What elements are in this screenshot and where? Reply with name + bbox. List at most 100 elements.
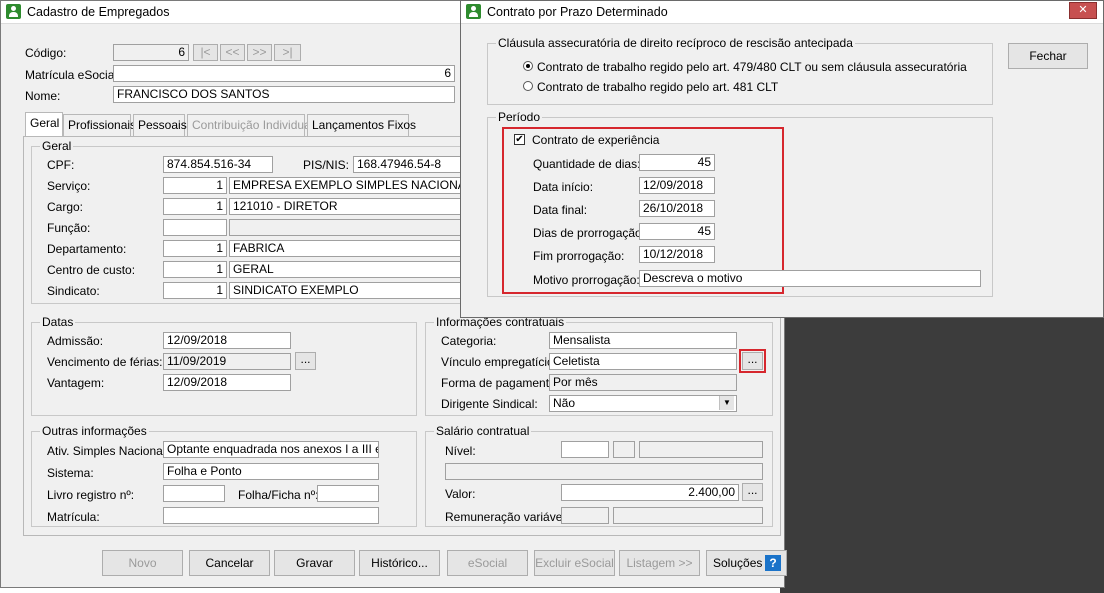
matricula-esocial-label: Matrícula eSocial: <box>25 68 121 82</box>
dialog-title: Contrato por Prazo Determinado <box>487 5 668 19</box>
nivel-label: Nível: <box>445 444 476 458</box>
dirigente-sindical-select[interactable]: Não ▼ <box>549 395 737 412</box>
categoria-field[interactable]: Mensalista <box>549 332 737 349</box>
tab-strip: Geral Profissionais Pessoais Contribuiçã… <box>25 112 465 136</box>
departamento-code-field[interactable]: 1 <box>163 240 227 257</box>
funcao-code-field[interactable] <box>163 219 227 236</box>
chevron-down-icon: ▼ <box>719 396 734 410</box>
nivel-desc-field <box>639 441 763 458</box>
excluir-esocial-button[interactable]: Excluir eSocial <box>534 550 615 576</box>
close-button[interactable]: ✕ <box>1069 2 1097 19</box>
option-479-480-radio[interactable] <box>523 61 533 71</box>
sistema-label: Sistema: <box>47 466 94 480</box>
folha-ficha-field[interactable] <box>317 485 379 502</box>
matricula-label: Matrícula: <box>47 510 100 524</box>
tab-contribuicao-individual[interactable]: Contribuição Individual <box>187 114 313 136</box>
nav-first-button[interactable]: |< <box>193 44 218 61</box>
remuneracao-variavel-field <box>561 507 609 524</box>
centro-custo-label: Centro de custo: <box>47 263 136 277</box>
solucoes-button[interactable]: Soluções ? <box>706 550 787 576</box>
vinculo-label: Vínculo empregatício: <box>441 355 558 369</box>
sindicato-name-field: SINDICATO EXEMPLO <box>229 282 465 299</box>
vencimento-ferias-ellipsis-button[interactable]: ... <box>295 352 316 370</box>
novo-button[interactable]: Novo <box>102 550 183 576</box>
cargo-code-field[interactable]: 1 <box>163 198 227 215</box>
departamento-name-field: FABRICA <box>229 240 465 257</box>
esocial-button[interactable]: eSocial <box>447 550 528 576</box>
sistema-field[interactable]: Folha e Ponto <box>163 463 379 480</box>
tab-profissionais[interactable]: Profissionais <box>63 114 136 136</box>
tab-lancamentos-fixos[interactable]: Lançamentos Fixos <box>307 114 416 136</box>
vantagem-field[interactable]: 12/09/2018 <box>163 374 291 391</box>
quantidade-dias-label: Quantidade de dias: <box>533 157 641 171</box>
livro-registro-field[interactable] <box>163 485 225 502</box>
data-inicio-label: Data início: <box>533 180 594 194</box>
option-481-radio[interactable] <box>523 81 533 91</box>
clausula-group-title: Cláusula assecuratória de direito recípr… <box>496 36 855 50</box>
matricula-field[interactable] <box>163 507 379 524</box>
cancelar-button[interactable]: Cancelar <box>189 550 270 576</box>
contrato-experiencia-checkbox[interactable]: ✔ <box>514 134 525 145</box>
livro-registro-label: Livro registro nº: <box>47 488 135 502</box>
dias-prorrogacao-field[interactable]: 45 <box>639 223 715 240</box>
gravar-button[interactable]: Gravar <box>274 550 355 576</box>
help-icon: ? <box>765 555 781 571</box>
listagem-button[interactable]: Listagem >> <box>619 550 700 576</box>
nav-next-button[interactable]: >> <box>247 44 272 61</box>
departamento-label: Departamento: <box>47 242 127 256</box>
tab-pessoais[interactable]: Pessoais <box>133 114 187 136</box>
forma-pagamento-field: Por mês <box>549 374 737 391</box>
centro-custo-code-field[interactable]: 1 <box>163 261 227 278</box>
funcao-name-field <box>229 219 465 236</box>
option-481-label: Contrato de trabalho regido pelo art. 48… <box>537 80 779 94</box>
app-icon <box>6 4 21 19</box>
vantagem-label: Vantagem: <box>47 376 105 390</box>
cpf-field[interactable]: 874.854.516-34 <box>163 156 273 173</box>
pis-field[interactable]: 168.47946.54-8 <box>353 156 465 173</box>
vencimento-ferias-field: 11/09/2019 <box>163 353 291 370</box>
admissao-label: Admissão: <box>47 334 104 348</box>
cpf-label: CPF: <box>47 158 75 172</box>
centro-custo-name-field: GERAL <box>229 261 465 278</box>
nivel-field[interactable] <box>561 441 609 458</box>
motivo-prorrogacao-field[interactable]: Descreva o motivo <box>639 270 981 287</box>
tab-geral[interactable]: Geral <box>25 112 63 136</box>
dialog-app-icon <box>466 4 481 19</box>
codigo-label: Código: <box>25 46 67 60</box>
remuneracao-variavel-desc-field <box>613 507 763 524</box>
admissao-field[interactable]: 12/09/2018 <box>163 332 291 349</box>
servico-code-field[interactable]: 1 <box>163 177 227 194</box>
pis-label: PIS/NIS: <box>303 158 350 172</box>
cargo-name-field: 121010 - DIRETOR <box>229 198 465 215</box>
servico-name-field: EMPRESA EXEMPLO SIMPLES NACIONAL LTI <box>229 177 465 194</box>
codigo-field[interactable]: 6 <box>113 44 189 61</box>
nivel-detail-field <box>445 463 763 480</box>
remuneracao-variavel-label: Remuneração variável: <box>445 510 569 524</box>
cargo-label: Cargo: <box>47 200 84 214</box>
funcao-label: Função: <box>47 221 91 235</box>
desktop-backdrop <box>780 318 1104 593</box>
main-window-title: Cadastro de Empregados <box>27 5 170 19</box>
valor-label: Valor: <box>445 487 476 501</box>
nivel-code-field <box>613 441 635 458</box>
quantidade-dias-field[interactable]: 45 <box>639 154 715 171</box>
data-final-field[interactable]: 26/10/2018 <box>639 200 715 217</box>
sindicato-code-field[interactable]: 1 <box>163 282 227 299</box>
data-inicio-field[interactable]: 12/09/2018 <box>639 177 715 194</box>
vinculo-field[interactable]: Celetista <box>549 353 737 370</box>
historico-button[interactable]: Histórico... <box>359 550 440 576</box>
dirigente-sindical-value: Não <box>553 396 576 410</box>
valor-ellipsis-button[interactable]: ... <box>742 483 763 501</box>
matricula-esocial-field[interactable]: 6 <box>113 65 455 82</box>
close-icon: ✕ <box>1078 4 1088 16</box>
contrato-dialog: Contrato por Prazo Determinado ✕ Cláusul… <box>460 0 1104 318</box>
fechar-button[interactable]: Fechar <box>1008 43 1088 69</box>
nome-field[interactable]: FRANCISCO DOS SANTOS <box>113 86 455 103</box>
solucoes-label: Soluções <box>713 556 763 570</box>
nav-prev-button[interactable]: << <box>220 44 245 61</box>
nav-last-button[interactable]: >| <box>274 44 301 61</box>
contrato-experiencia-label: Contrato de experiência <box>532 133 660 147</box>
valor-field[interactable]: 2.400,00 <box>561 484 739 501</box>
ativ-simples-field[interactable]: Optante enquadrada nos anexos I a III e … <box>163 441 379 458</box>
fim-prorrogacao-field[interactable]: 10/12/2018 <box>639 246 715 263</box>
